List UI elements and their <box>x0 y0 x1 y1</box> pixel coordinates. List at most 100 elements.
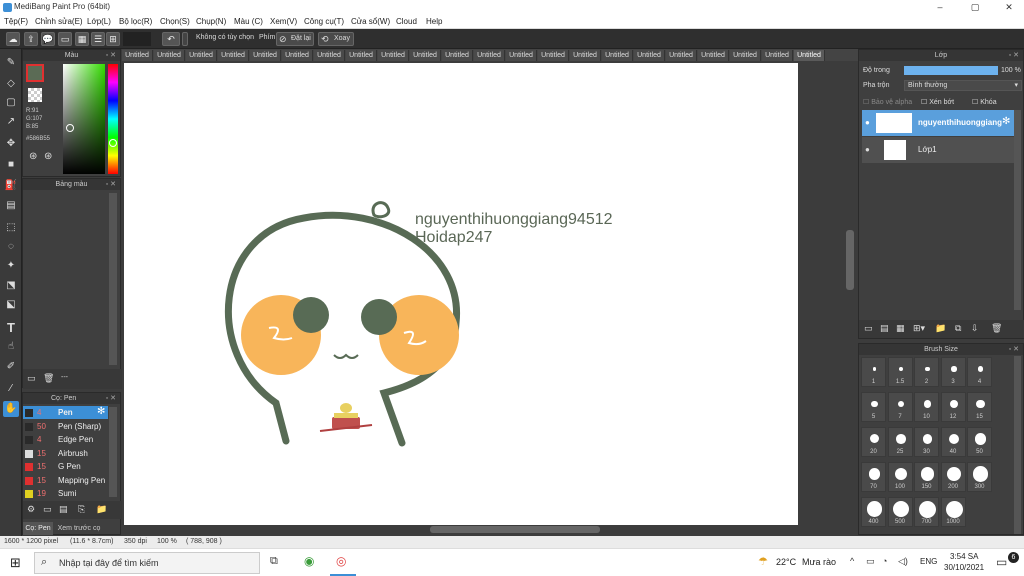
brush-size-cell[interactable]: 150 <box>914 462 939 492</box>
protect-alpha-checkbox[interactable]: ☐ Bảo vệ alpha <box>863 98 912 106</box>
clock-time[interactable]: 3:54 SA <box>950 552 978 561</box>
brush-size-cell[interactable]: 1 <box>861 357 886 387</box>
frame-icon[interactable]: ⊞ <box>106 32 120 46</box>
list-icon[interactable]: ☰ <box>91 32 105 46</box>
tab-untitled[interactable]: Untitled <box>538 50 569 61</box>
tab-untitled[interactable]: Untitled <box>570 50 601 61</box>
hue-slider[interactable] <box>108 64 118 174</box>
tab-untitled[interactable]: Untitled <box>154 50 185 61</box>
fill-tool-icon[interactable]: ⛽ <box>3 178 19 194</box>
menu-window[interactable]: Cửa sổ(W) <box>351 17 390 26</box>
brush-item[interactable]: 15 Mapping Pen <box>23 474 108 487</box>
menu-file[interactable]: Tệp(F) <box>4 17 28 26</box>
rotate-button[interactable]: ⟲ Xoay <box>318 32 354 46</box>
tab-untitled[interactable]: Untitled <box>410 50 441 61</box>
chrome-taskbar-icon[interactable]: ◎ <box>336 554 346 568</box>
tab-untitled[interactable]: Untitled <box>634 50 665 61</box>
minimize-button[interactable]: – <box>925 1 955 14</box>
tab-untitled[interactable]: Untitled <box>218 50 249 61</box>
rect-select-tool-icon[interactable]: ▢ <box>3 95 19 111</box>
new-layer-icon[interactable]: ▭ <box>864 323 873 334</box>
brush-size-cell[interactable]: 700 <box>914 497 939 527</box>
brush-size-cell[interactable]: 50 <box>967 427 992 457</box>
panel-menu-icon[interactable]: ▫ ✕ <box>106 179 116 190</box>
brush-settings-icon[interactable]: ✻ <box>97 406 105 417</box>
menu-help[interactable]: Help <box>426 17 442 26</box>
canvas-vertical-scrollbar[interactable] <box>846 230 854 290</box>
select-pen-icon[interactable]: ⬔ <box>3 278 19 294</box>
brush-size-cell[interactable]: 500 <box>887 497 913 527</box>
brush-edit-icon[interactable]: ⎘ <box>78 504 85 515</box>
wifi-icon[interactable]: ◔ <box>882 556 887 566</box>
brush-copy-icon[interactable]: ▤ <box>59 504 68 515</box>
volume-icon[interactable]: ◁) <box>898 556 908 567</box>
brush-size-cell[interactable]: 1000 <box>940 497 966 527</box>
visibility-eye-icon[interactable]: ● <box>865 118 870 127</box>
palette-more[interactable]: --- <box>61 374 68 381</box>
grid-icon[interactable]: ▦ <box>75 32 89 46</box>
task-view-icon[interactable]: ⧉ <box>270 555 278 568</box>
saturation-value-picker[interactable] <box>63 64 105 174</box>
add-color-icon[interactable]: ▭ <box>27 373 36 384</box>
brush-size-cell[interactable]: 4 <box>967 357 992 387</box>
palette-scrollbar[interactable] <box>109 193 117 365</box>
magic-wand-icon[interactable]: ✦ <box>3 258 19 274</box>
brush-size-cell[interactable]: 70 <box>861 462 886 492</box>
color-settings-icon[interactable]: ⊛ <box>44 151 52 162</box>
blend-mode-select[interactable]: Bình thường ▾ <box>904 80 1022 91</box>
tab-untitled[interactable]: Untitled <box>122 50 153 61</box>
menu-view[interactable]: Xem(V) <box>270 17 297 26</box>
language-indicator[interactable]: ENG <box>920 557 937 566</box>
brush-folder-icon[interactable]: 📁 <box>96 504 107 515</box>
maximize-button[interactable]: ▢ <box>960 1 990 14</box>
clipping-checkbox[interactable]: ☐ Xén bớt <box>921 98 954 106</box>
eyedropper-icon[interactable]: ⁄ <box>3 381 19 397</box>
new-8bit-layer-icon[interactable]: ▦ <box>896 323 905 334</box>
dropper-tool-icon[interactable]: ✐ <box>3 359 19 375</box>
tab-untitled[interactable]: Untitled <box>762 50 793 61</box>
duplicate-layer-icon[interactable]: ⧉ <box>955 323 961 334</box>
brush-size-cell[interactable]: 5 <box>861 392 886 422</box>
brush-item[interactable]: 4 Pen ✻ <box>23 406 108 419</box>
undo-icon[interactable]: ↶ <box>162 32 180 46</box>
taskbar-search-box[interactable]: ⌕ Nhập tại đây để tìm kiếm <box>34 552 260 574</box>
panel-menu-icon[interactable]: ▫ ✕ <box>106 50 116 61</box>
brush-size-cell[interactable]: 1.5 <box>887 357 913 387</box>
tab-untitled[interactable]: Untitled <box>794 50 825 61</box>
tab-untitled[interactable]: Untitled <box>378 50 409 61</box>
brush-tool-icon[interactable]: ✎ <box>3 55 19 71</box>
hand-tool-icon[interactable]: ✋ <box>3 401 19 417</box>
reset-button[interactable]: ⊘ Đặt lại <box>276 32 314 46</box>
panel-menu-icon[interactable]: ▫ ✕ <box>106 393 116 404</box>
new-halftone-layer-icon[interactable]: ▤ <box>880 323 889 334</box>
delete-layer-icon[interactable]: 🗑 <box>991 323 1002 334</box>
notification-icon[interactable]: ▭ <box>996 555 1007 569</box>
windows-start-icon[interactable]: ⊞ <box>10 555 21 571</box>
operation-tool-icon[interactable]: ☝ <box>3 339 19 355</box>
brush-item[interactable]: 19 Sumi <box>23 487 108 500</box>
clock-date[interactable]: 30/10/2021 <box>944 563 984 572</box>
canvas-horizontal-scrollbar[interactable] <box>430 526 600 533</box>
new-file-icon[interactable]: ▭ <box>58 32 72 46</box>
move-tool-icon[interactable]: ✥ <box>3 136 19 152</box>
select-tool-icon[interactable]: ⬚ <box>3 220 19 236</box>
folder-icon[interactable]: 📁 <box>935 323 946 334</box>
select-eraser-icon[interactable]: ⬕ <box>3 297 19 313</box>
brush-size-cell[interactable]: 400 <box>861 497 886 527</box>
brush-size-cell[interactable]: 2 <box>914 357 939 387</box>
brush-size-scrollbar[interactable] <box>1014 356 1021 534</box>
brush-size-cell[interactable]: 25 <box>887 427 913 457</box>
transparent-color-swatch[interactable] <box>28 88 42 102</box>
brush-size-cell[interactable]: 12 <box>940 392 966 422</box>
merge-layer-icon[interactable]: ⇩ <box>971 323 979 334</box>
brush-size-cell[interactable]: 7 <box>887 392 913 422</box>
brush-size-cell[interactable]: 10 <box>914 392 939 422</box>
layer-row-active[interactable]: ● nguyenthihuonggiang ✻ <box>862 110 1014 136</box>
menu-edit[interactable]: Chỉnh sửa(E) <box>35 17 83 26</box>
brush-size-cell[interactable]: 15 <box>967 392 992 422</box>
tab-untitled[interactable]: Untitled <box>474 50 505 61</box>
gradient-tool-icon[interactable]: ▤ <box>3 198 19 214</box>
color-wheel-icon[interactable]: ⊛ <box>29 151 37 162</box>
tab-untitled[interactable]: Untitled <box>506 50 537 61</box>
cloud-icon[interactable]: ☁ <box>6 32 20 46</box>
